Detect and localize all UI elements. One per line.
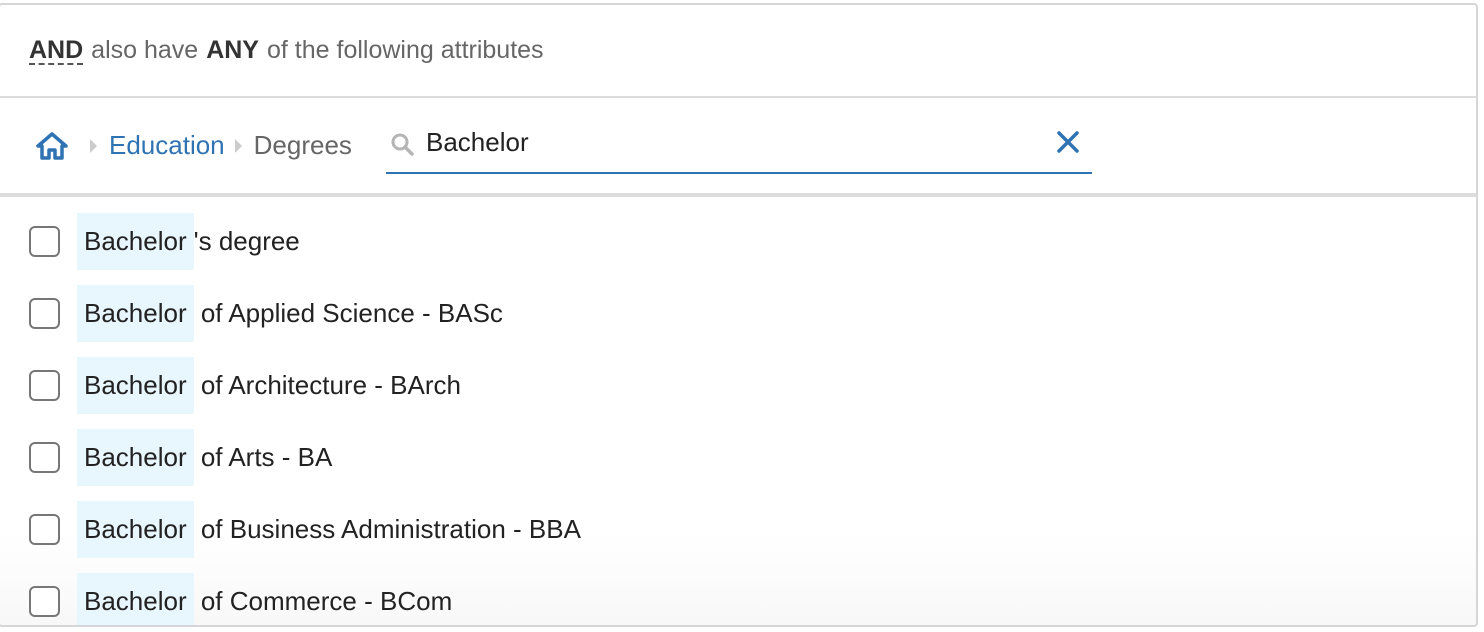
option-label[interactable]: Bachelor of Architecture - BArch xyxy=(77,356,461,414)
breadcrumb-degrees: Degrees xyxy=(253,130,352,160)
option-label[interactable]: Bachelor of Business Administration - BB… xyxy=(77,500,581,558)
match-highlight: Bachelor xyxy=(77,212,194,270)
list-item[interactable]: Bachelor of Business Administration - BB… xyxy=(0,493,1476,565)
list-item[interactable]: Bachelor of Applied Science - BASc xyxy=(0,277,1476,349)
results-list: Bachelor's degree Bachelor of Applied Sc… xyxy=(0,197,1476,625)
match-highlight: Bachelor xyxy=(77,500,194,558)
checkbox[interactable] xyxy=(29,225,60,257)
checkbox[interactable] xyxy=(29,513,60,545)
list-item[interactable]: Bachelor of Architecture - BArch xyxy=(0,349,1476,421)
option-label-rest: 's degree xyxy=(193,225,300,256)
home-icon[interactable] xyxy=(36,131,68,160)
match-highlight: Bachelor xyxy=(77,572,194,625)
chevron-right-icon xyxy=(90,138,97,153)
checkbox[interactable] xyxy=(29,441,60,473)
option-label[interactable]: Bachelor of Applied Science - BASc xyxy=(77,284,503,342)
search-field xyxy=(386,116,1092,174)
filter-header: AND also have ANY of the following attri… xyxy=(0,5,1476,98)
list-item[interactable]: Bachelor's degree xyxy=(0,205,1476,277)
option-label-rest: of Applied Science - BASc xyxy=(193,297,503,328)
match-highlight: Bachelor xyxy=(77,428,194,486)
and-operator-toggle[interactable]: AND xyxy=(29,37,84,65)
option-label[interactable]: Bachelor's degree xyxy=(77,212,300,270)
attribute-filter-panel: AND also have ANY of the following attri… xyxy=(0,3,1478,627)
match-highlight: Bachelor xyxy=(77,284,194,342)
search-input[interactable] xyxy=(426,124,1026,160)
checkbox[interactable] xyxy=(29,585,60,617)
search-icon xyxy=(390,132,414,163)
option-label-rest: of Business Administration - BBA xyxy=(193,513,581,544)
option-label-rest: of Architecture - BArch xyxy=(193,369,461,400)
header-text-rest: of the following attributes xyxy=(267,36,544,64)
match-highlight: Bachelor xyxy=(77,356,194,414)
breadcrumb: Education Degrees xyxy=(0,98,1476,197)
option-label-rest: of Commerce - BCom xyxy=(193,585,453,616)
option-label[interactable]: Bachelor of Arts - BA xyxy=(77,428,333,486)
checkbox[interactable] xyxy=(29,297,60,329)
chevron-right-icon xyxy=(234,138,242,153)
option-label-rest: of Arts - BA xyxy=(193,441,333,472)
list-item[interactable]: Bachelor of Arts - BA xyxy=(0,421,1476,493)
close-icon[interactable] xyxy=(1056,130,1080,154)
breadcrumb-education[interactable]: Education xyxy=(109,130,225,161)
checkbox[interactable] xyxy=(29,369,60,401)
option-label[interactable]: Bachelor of Commerce - BCom xyxy=(77,572,453,625)
any-operator: ANY xyxy=(206,36,259,64)
header-text: also have xyxy=(91,36,199,64)
list-item[interactable]: Bachelor of Commerce - BCom xyxy=(0,565,1476,625)
